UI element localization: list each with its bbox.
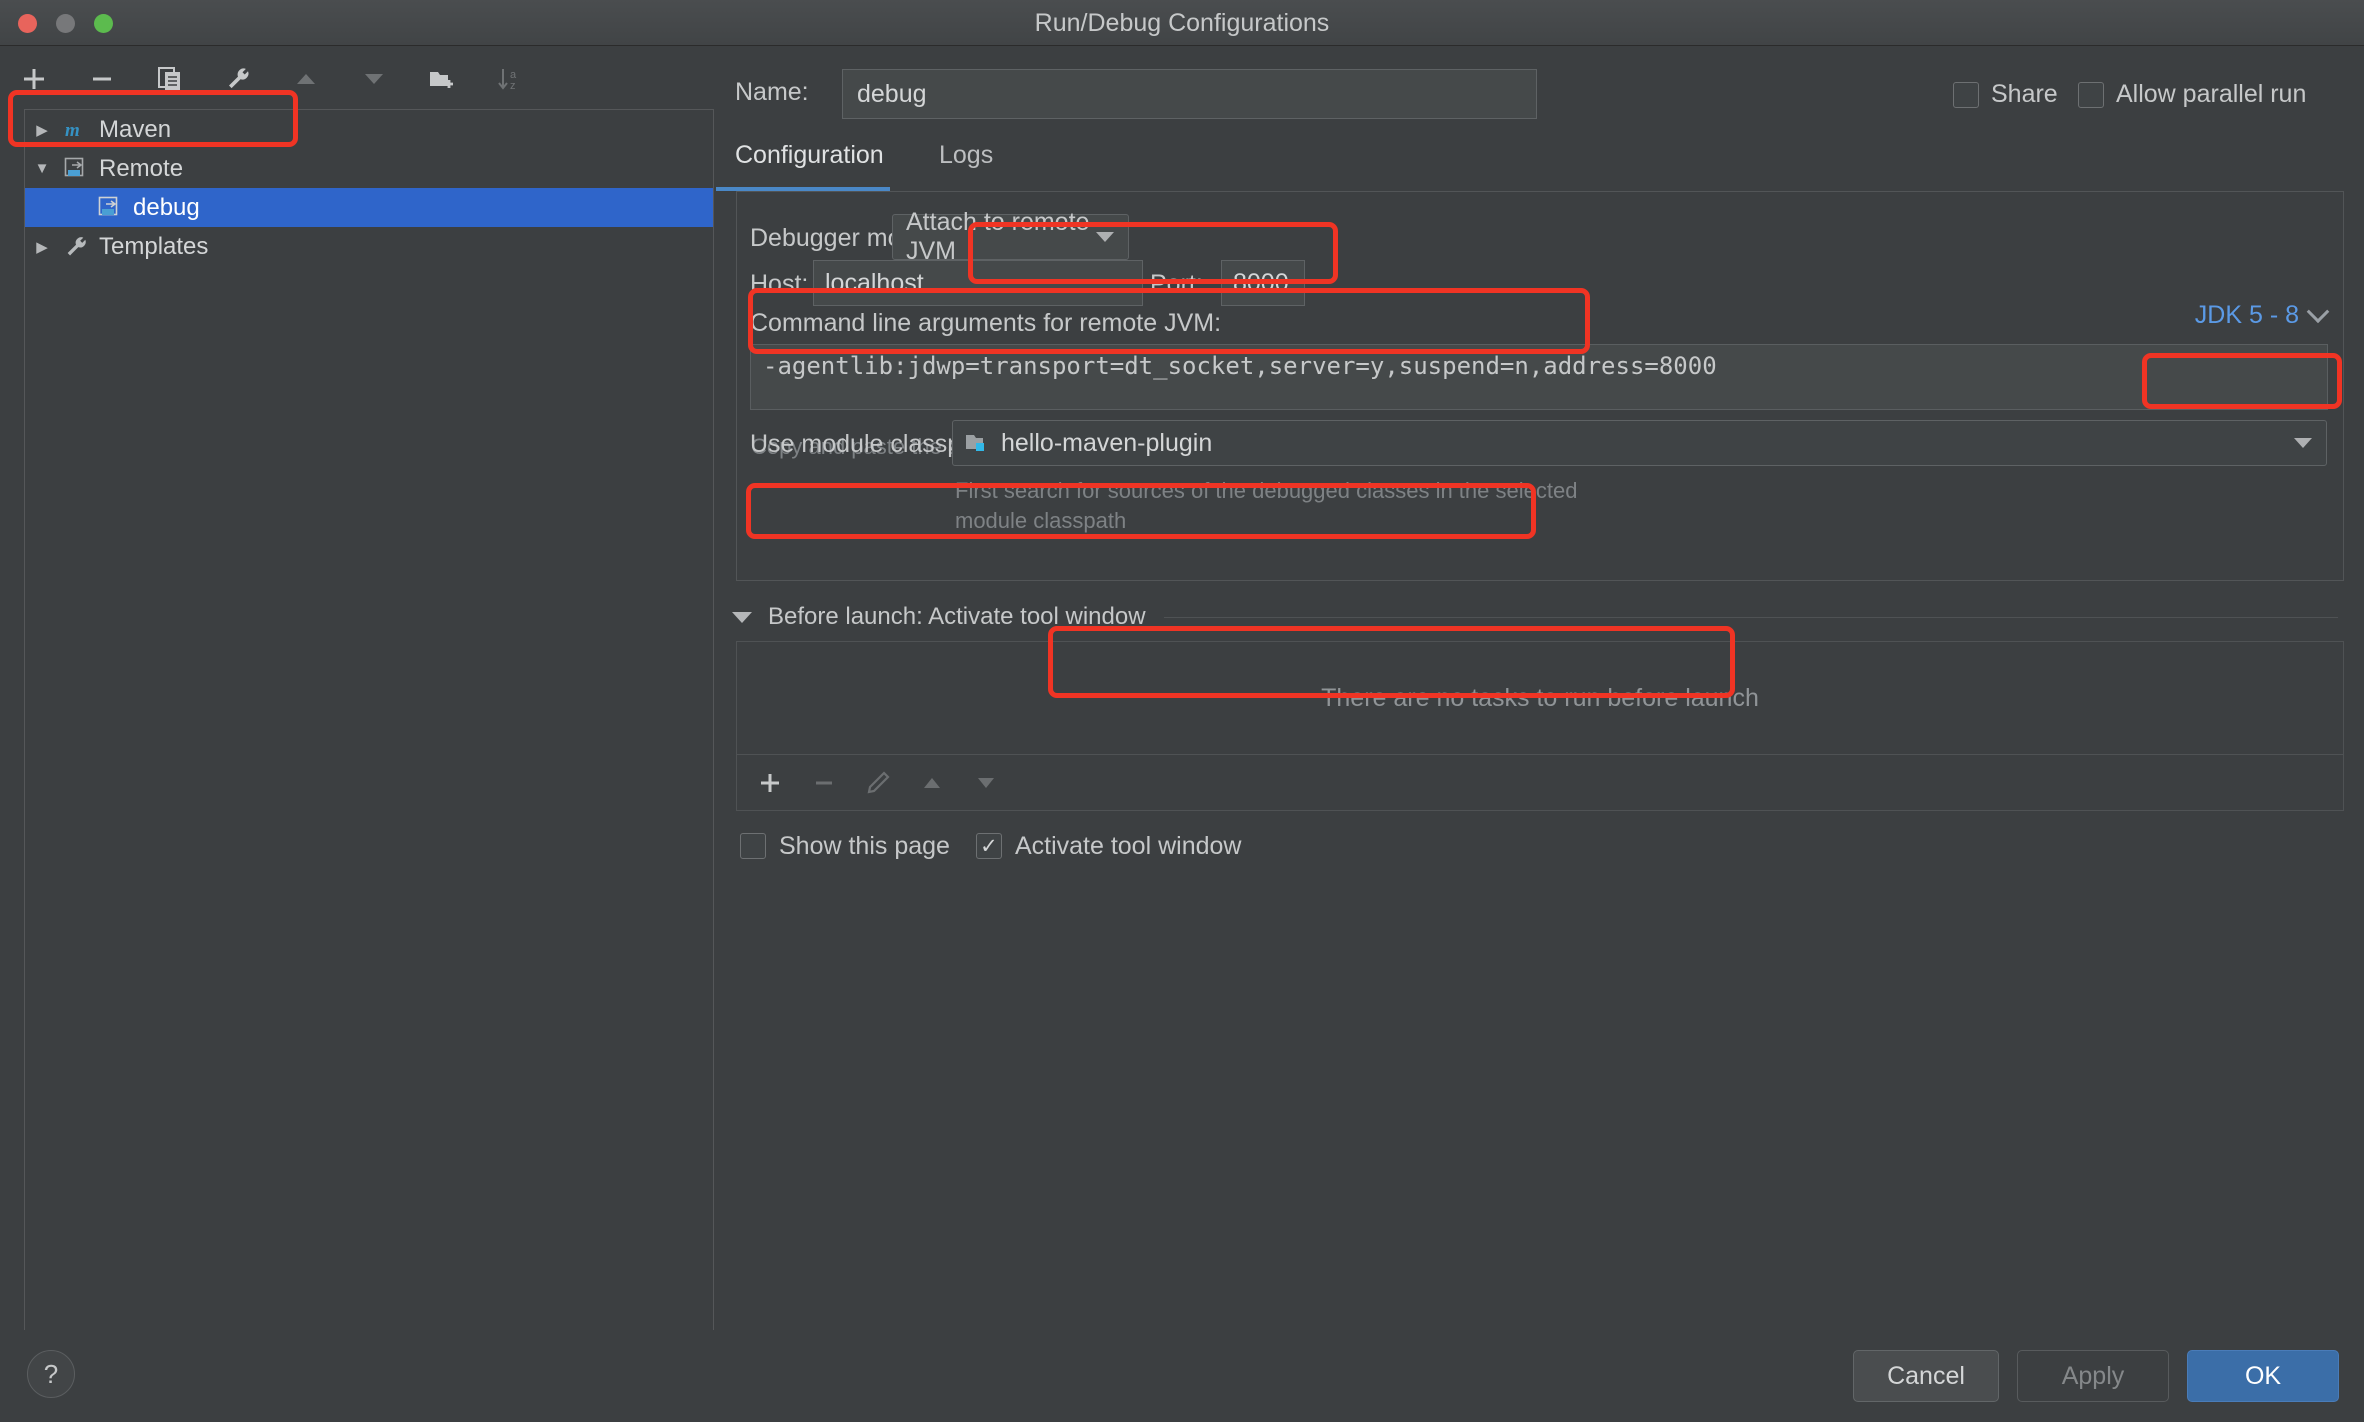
module-classpath-hint-line2: module classpath <box>955 507 1127 533</box>
name-row: Name: Share Allow parallel run <box>716 62 2364 124</box>
tree-item-templates[interactable]: ▶ Templates <box>25 227 713 266</box>
tree-item-maven[interactable]: ▶ m Maven <box>25 110 713 149</box>
share-checkbox[interactable]: Share <box>1953 80 2058 109</box>
allow-parallel-run-checkbox-box[interactable] <box>2078 81 2104 108</box>
folder-add-icon[interactable] <box>422 59 462 99</box>
cancel-button[interactable]: Cancel <box>1853 1350 1999 1402</box>
chevron-down-icon <box>2294 438 2312 448</box>
svg-text:z: z <box>510 80 516 92</box>
remote-debug-icon <box>93 193 127 223</box>
add-button[interactable] <box>14 59 54 99</box>
before-launch-options: Show this page ✓ Activate tool window <box>740 825 1241 867</box>
command-line-arguments-value: -agentlib:jdwp=transport=dt_socket,serve… <box>763 352 1717 380</box>
apply-button[interactable]: Apply <box>2017 1350 2169 1402</box>
port-input[interactable] <box>1221 260 1305 306</box>
tree-item-label: Remote <box>99 154 184 182</box>
chevron-down-icon <box>2306 299 2330 323</box>
tab-logs[interactable]: Logs <box>939 135 993 191</box>
configurations-tree[interactable]: ▶ m Maven ▼ Remote debug ▶ Templates <box>24 109 714 1374</box>
run-debug-configurations-dialog: Run/Debug Configurations a z ▶ m Maven ▼… <box>0 0 2364 1422</box>
activate-tool-window-checkbox[interactable]: ✓ Activate tool window <box>975 831 1242 861</box>
tree-item-label: Templates <box>99 232 209 260</box>
module-classpath-value: hello-maven-plugin <box>1001 428 1213 457</box>
svg-text:m: m <box>65 120 80 141</box>
add-task-button[interactable] <box>751 764 789 802</box>
share-label: Share <box>1991 80 2058 108</box>
dialog-footer: ? Cancel Apply OK <box>0 1330 2364 1422</box>
chevron-right-icon[interactable]: ▶ <box>25 238 59 256</box>
move-down-button[interactable] <box>354 59 394 99</box>
before-launch-empty-message: There are no tasks to run before launch <box>1321 683 1759 712</box>
debugger-mode-dropdown[interactable]: Attach to remote JVM <box>892 208 1129 265</box>
wrench-icon <box>59 232 93 262</box>
tree-item-remote[interactable]: ▼ Remote <box>25 149 713 188</box>
before-launch-task-list[interactable]: There are no tasks to run before launch <box>736 641 2344 755</box>
show-this-page-label: Show this page <box>779 831 950 860</box>
ok-button[interactable]: OK <box>2187 1350 2339 1402</box>
command-line-arguments-field[interactable]: -agentlib:jdwp=transport=dt_socket,serve… <box>750 344 2328 410</box>
module-classpath-hint: First search for sources of the debugged… <box>955 476 1577 535</box>
before-launch-divider <box>1163 616 2338 618</box>
tab-logs-label: Logs <box>939 141 994 169</box>
pencil-icon[interactable] <box>859 764 897 802</box>
help-button[interactable]: ? <box>27 1350 75 1398</box>
name-input[interactable] <box>842 69 1537 119</box>
chevron-right-icon[interactable]: ▶ <box>25 121 59 139</box>
jdk-version-label: JDK 5 - 8 <box>2194 301 2299 329</box>
move-up-button[interactable] <box>286 59 326 99</box>
remove-button[interactable] <box>82 59 122 99</box>
editor-tabs: Configuration Logs <box>716 135 2364 191</box>
allow-parallel-run-checkbox[interactable]: Allow parallel run <box>2078 80 2306 109</box>
activate-tool-window-label: Activate tool window <box>1014 831 1242 860</box>
activate-tool-window-checkbox-box[interactable]: ✓ <box>975 833 1002 859</box>
window-title: Run/Debug Configurations <box>1034 9 1330 37</box>
configuration-editor-panel: Name: Share Allow parallel run Configura… <box>716 47 2364 1329</box>
tree-item-label: Maven <box>99 115 172 143</box>
tab-configuration[interactable]: Configuration <box>716 135 890 191</box>
task-down-button[interactable] <box>967 764 1005 802</box>
host-label: Host: <box>750 270 809 298</box>
remove-task-button[interactable] <box>805 764 843 802</box>
tree-item-label: debug <box>133 193 200 221</box>
module-classpath-dropdown[interactable]: hello-maven-plugin <box>952 420 2327 466</box>
name-label: Name: <box>735 78 809 106</box>
copy-button[interactable] <box>150 59 190 99</box>
collapse-triangle-icon[interactable] <box>732 611 752 623</box>
show-this-page-checkbox-box[interactable] <box>740 833 766 859</box>
configuration-tab-content: Debugger mode: Attach to remote JVM Host… <box>736 191 2344 581</box>
tab-configuration-label: Configuration <box>735 141 884 169</box>
share-checkbox-box[interactable] <box>1953 81 1979 108</box>
show-this-page-checkbox[interactable]: Show this page <box>740 832 950 861</box>
remote-debug-icon <box>59 154 93 184</box>
tree-item-debug[interactable]: debug <box>25 188 713 227</box>
before-launch-title: Before launch: Activate tool window <box>768 603 1146 630</box>
before-launch-header[interactable]: Before launch: Activate tool window <box>726 599 2346 635</box>
sort-az-icon[interactable]: a z <box>490 59 530 99</box>
jdk-version-selector[interactable]: JDK 5 - 8 <box>2194 299 2330 330</box>
wrench-icon[interactable] <box>218 59 258 99</box>
command-line-arguments-label: Command line arguments for remote JVM: <box>750 309 1222 337</box>
task-up-button[interactable] <box>913 764 951 802</box>
allow-parallel-run-label: Allow parallel run <box>2116 80 2307 108</box>
configurations-sidebar: a z ▶ m Maven ▼ Remote debug ▶ Templates <box>0 47 715 1374</box>
maven-icon: m <box>59 115 93 145</box>
host-input[interactable] <box>813 260 1143 306</box>
module-classpath-hint-line1: First search for sources of the debugged… <box>955 478 1578 503</box>
chevron-down-icon <box>1096 232 1114 242</box>
before-launch-toolbar <box>736 755 2344 811</box>
debugger-mode-value: Attach to remote JVM <box>906 208 1090 265</box>
module-folder-icon <box>964 430 990 456</box>
title-bar: Run/Debug Configurations <box>0 0 2364 46</box>
sidebar-toolbar: a z <box>0 47 715 109</box>
chevron-down-icon[interactable]: ▼ <box>25 160 59 177</box>
port-label: Port: <box>1150 270 1203 298</box>
